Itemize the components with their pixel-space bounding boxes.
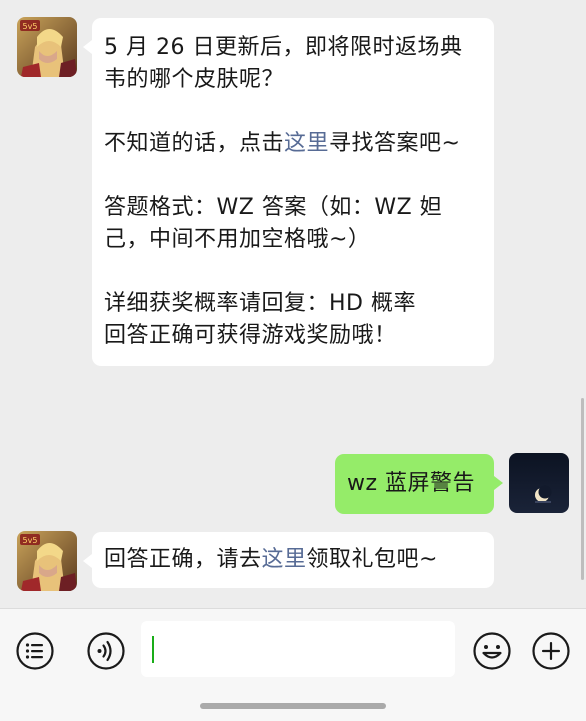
reply-prefix: 回答正确，请去 [104,547,262,572]
answer-format-text: 答题格式：WZ 答案（如：WZ 妲己，中间不用加空格哦~） [104,195,443,252]
king-of-glory-avatar-icon: 5v5 [17,531,77,591]
input-toolbar [0,608,586,721]
hint-text: 不知道的话，点击这里寻找答案吧~ [104,128,482,160]
reward-line: 回答正确可获得游戏奖励哦！ [104,323,397,348]
plus-button[interactable] [531,631,571,671]
question-text: 5 月 26 日更新后，即将限时返场典韦的哪个皮肤呢？ [104,35,463,92]
outgoing-text: wz 蓝屏警告 [347,471,476,496]
text-cursor [152,636,154,663]
avatar-badge: 5v5 [23,536,38,545]
menu-button[interactable] [15,631,55,671]
emoji-button[interactable] [472,631,512,671]
bubble-tail [83,554,92,568]
voice-icon [87,632,125,670]
message-bubble-incoming[interactable]: 5 月 26 日更新后，即将限时返场典韦的哪个皮肤呢？ 不知道的话，点击这里寻找… [83,18,494,366]
scrollbar[interactable] [581,398,584,580]
message-input[interactable] [141,621,455,677]
bubble-tail [494,476,503,490]
message-bubble-outgoing[interactable]: wz 蓝屏警告 [335,454,503,514]
home-indicator[interactable] [200,703,386,709]
voice-button[interactable] [86,631,126,671]
plus-icon [532,632,570,670]
gift-link[interactable]: 这里 [262,547,307,572]
list-menu-icon [16,632,54,670]
reply-suffix: 领取礼包吧~ [306,547,438,572]
game-avatar[interactable]: 5v5 [17,17,77,77]
prob-line: 详细获奖概率请回复：HD 概率 [104,291,416,316]
night-moon-avatar-icon [509,453,569,513]
message-bubble-incoming[interactable]: 回答正确，请去这里领取礼包吧~ [83,532,494,588]
game-avatar[interactable]: 5v5 [17,531,77,591]
hint-prefix: 不知道的话，点击 [104,131,285,156]
emoji-icon [473,632,511,670]
avatar-badge: 5v5 [23,22,38,31]
user-avatar[interactable] [509,453,569,513]
answer-link[interactable]: 这里 [284,131,329,156]
hint-suffix: 寻找答案吧~ [329,131,461,156]
bubble-tail [83,40,92,54]
king-of-glory-avatar-icon: 5v5 [17,17,77,77]
